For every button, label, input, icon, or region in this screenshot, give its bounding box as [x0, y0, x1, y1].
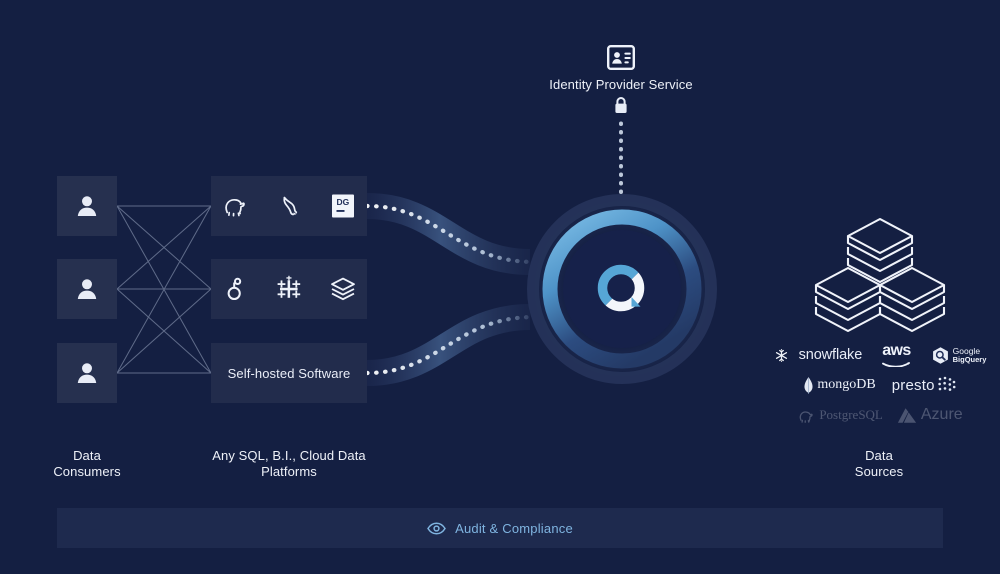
person-icon [77, 279, 97, 299]
presto-label: presto [891, 376, 935, 394]
postgresql-elephant-icon [225, 198, 245, 217]
azure-label: Azure [920, 406, 963, 423]
platform-row-bi-tools[interactable] [211, 259, 367, 319]
snowflake-label: snowflake [798, 347, 863, 363]
aws-label: aws [882, 342, 911, 359]
data-consumer-2[interactable] [57, 259, 117, 319]
postgresql-logo: PostgreSQL [797, 406, 883, 425]
consumer-platform-mesh [116, 205, 212, 374]
platforms-group-label: Any SQL, B.I., Cloud Data Platforms [212, 448, 366, 479]
data-consumer-3[interactable] [57, 343, 117, 403]
identity-provider-label: Identity Provider Service [549, 77, 693, 92]
azure-logo: Azure [897, 406, 963, 424]
data-consumer-1[interactable] [57, 176, 117, 236]
datagrip-dg-icon: DG [328, 191, 358, 221]
person-icon [77, 196, 97, 216]
aws-icon: aws [882, 342, 911, 367]
looker-icon [227, 277, 242, 300]
mysql-dolphin-icon [283, 196, 298, 216]
platform-row-self-hosted[interactable]: Self-hosted Software [211, 343, 367, 403]
audit-compliance-label: Audit & Compliance [455, 520, 573, 536]
azure-icon [897, 407, 916, 423]
audit-compliance-bar[interactable]: Audit & Compliance [57, 508, 943, 548]
tableau-icon [277, 275, 301, 298]
bigquery-product-label: BigQuery [952, 354, 987, 364]
self-hosted-label: Self-hosted Software [227, 365, 351, 381]
server-cubes-icon [814, 217, 946, 333]
presto-dots-icon [937, 376, 956, 391]
mongodb-leaf-icon [804, 376, 813, 394]
immuta-ring-logo [594, 261, 650, 317]
postgresql-label: PostgreSQL [819, 407, 883, 422]
presto-logo: presto [892, 376, 957, 394]
person-icon [77, 363, 97, 383]
logo-row-1: snowflake aws Google BigQuery [775, 340, 986, 370]
postgresql-elephant-icon [799, 410, 813, 423]
diagram-canvas: Identity Provider Service DG Self-hosted… [0, 0, 1000, 574]
mongodb-logo: mongoDB [803, 376, 876, 395]
lock-icon [613, 96, 629, 114]
data-consumers-group-label: Data Consumers [53, 448, 121, 479]
data-source-logos: snowflake aws Google BigQuery mongoDB pr… [775, 340, 986, 430]
snowflake-icon [774, 348, 789, 363]
logo-row-2: mongoDB presto [785, 370, 975, 400]
id-card-icon [607, 45, 636, 71]
platform-row-databases[interactable]: DG [211, 176, 367, 236]
databricks-icon [331, 277, 355, 301]
svg-text:DG: DG [337, 197, 350, 207]
logo-row-3: PostgreSQL Azure [785, 400, 975, 430]
eye-icon [427, 521, 446, 535]
bigquery-icon: Google BigQuery [931, 346, 987, 365]
mongodb-label: mongoDB [817, 377, 876, 392]
data-sources-group-label: Data Sources [854, 448, 904, 479]
